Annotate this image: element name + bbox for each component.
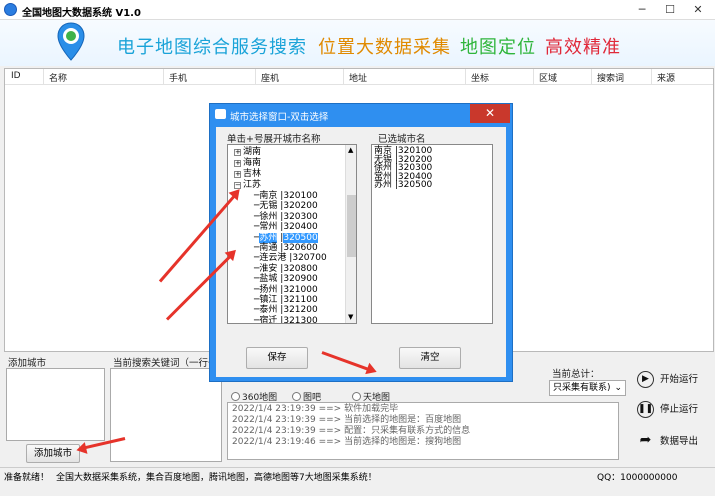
city-select-dialog: 城市选择窗口-双击选择 ✕ 单击+号展开城市名称 已选城市名 + 湖南 + 海南 +… (209, 103, 513, 382)
col-address[interactable]: 地址 (349, 71, 367, 84)
dialog-title: 城市选择窗口-双击选择 (230, 112, 329, 123)
col-keyword[interactable]: 搜索词 (597, 71, 624, 84)
slogan-4: 高效精准 (545, 37, 621, 58)
status-bar: 准备就绪！ 全国大数据采集系统，集合百度地图，腾讯地图，高德地图等7大地图采集系… (0, 467, 715, 483)
log-row: 2022/1/4 23:19:39 ==> 当前选择的地图是：百度地图 (232, 415, 462, 425)
col-region[interactable]: 区域 (539, 71, 557, 84)
tree-node-city[interactable]: ─苏州 |320500 (254, 232, 318, 244)
log-row: 2022/1/4 23:19:39 ==> 配置：只采集有联系方式的信息 (232, 426, 471, 436)
dialog-window-icon (215, 109, 226, 119)
total-label: 当前总计： (552, 369, 600, 380)
log-panel[interactable]: 2022/1/4 23:19:39 ==> 软件加载完毕 2022/1/4 23… (227, 402, 619, 460)
log-row: 2022/1/4 23:19:39 ==> 软件加载完毕 (232, 404, 399, 414)
clear-button[interactable]: 清空 (399, 347, 461, 369)
tree-node-city[interactable]: ─常州 |320400 (254, 222, 318, 233)
export-arrow-icon: ➦ (639, 432, 652, 448)
col-id[interactable]: ID (11, 71, 21, 81)
city-list-box[interactable] (6, 368, 105, 441)
selected-cities-list[interactable]: 南京 |320100 无锡 |320200 徐州 |320300 常州 |320… (371, 144, 493, 324)
tree-node-province[interactable]: + 海南 (234, 158, 261, 169)
start-button[interactable]: ▶ 开始运行 (637, 371, 698, 388)
scroll-up-icon[interactable]: ▲ (348, 146, 353, 154)
stop-button[interactable]: ❚❚ 停止运行 (637, 401, 698, 418)
save-button[interactable]: 保存 (246, 347, 308, 369)
log-row: 2022/1/4 23:19:46 ==> 当前选择的地图是：搜狗地图 (232, 437, 462, 447)
map-pin-logo-icon (57, 22, 85, 61)
minimize-button[interactable]: ─ (628, 0, 656, 20)
app-icon (4, 3, 17, 16)
close-window-button[interactable]: ✕ (684, 0, 712, 20)
tree-node-province[interactable]: + 湖南 (234, 147, 261, 158)
tree-node-city[interactable]: ─泰州 |321200 (254, 305, 318, 316)
slogan-3: 地图定位 (460, 37, 536, 58)
add-city-button[interactable]: 添加城市 (26, 444, 80, 463)
add-city-label: 添加城市 (8, 358, 47, 369)
col-name[interactable]: 名称 (49, 71, 67, 84)
keyword-label: 当前搜索关键词（一行一 (113, 358, 218, 369)
scroll-thumb[interactable] (347, 195, 356, 257)
city-tree[interactable]: + 湖南 + 海南 + 吉林 − 江苏 ─南京 |320100 ─无锡 |320200 ─徐… (227, 144, 357, 324)
filter-select-value: 只采集有联系) (553, 383, 611, 393)
tree-node-city[interactable]: ─扬州 |321000 (254, 285, 318, 296)
tree-node-city[interactable]: ─宿迁 |321300 (254, 316, 318, 323)
banner: 电子地图综合服务搜索 位置大数据采集 地图定位 高效精准 (0, 20, 715, 66)
window-titlebar: 全国地图大数据系统 V1.0 ─ ☐ ✕ (0, 0, 715, 20)
status-ready: 准备就绪！ (4, 473, 50, 483)
dialog-close-button[interactable]: ✕ (470, 104, 510, 123)
dialog-body: 单击+号展开城市名称 已选城市名 + 湖南 + 海南 + 吉林 − 江苏 ─南京 |32… (216, 127, 506, 377)
col-source[interactable]: 来源 (657, 71, 675, 84)
keyword-input[interactable] (110, 368, 222, 462)
col-coordinates[interactable]: 坐标 (471, 71, 489, 84)
window-title: 全国地图大数据系统 V1.0 (22, 8, 141, 19)
tree-scrollbar[interactable]: ▲ ▼ (345, 145, 356, 323)
selected-label: 已选城市名 (378, 134, 426, 145)
maximize-button[interactable]: ☐ (656, 0, 684, 20)
tree-node-city[interactable]: ─盐城 |320900 (254, 274, 318, 285)
tree-label: 单击+号展开城市名称 (227, 134, 321, 145)
chevron-down-icon: ⌄ (614, 383, 622, 393)
export-button[interactable]: ➦ 数据导出 (637, 433, 698, 450)
slogan-1: 电子地图综合服务搜索 (117, 37, 307, 58)
table-header: ID 名称 手机 座机 地址 坐标 区域 搜索词 来源 (5, 69, 713, 85)
tree-node-province[interactable]: + 吉林 (234, 169, 261, 180)
col-landline[interactable]: 座机 (261, 71, 279, 84)
slogan-2: 位置大数据采集 (318, 37, 451, 58)
filter-select[interactable]: 只采集有联系) ⌄ (549, 380, 626, 396)
pause-icon: ❚❚ (637, 401, 654, 418)
dialog-titlebar: 城市选择窗口-双击选择 ✕ (210, 104, 512, 124)
list-item[interactable]: 苏州 |320500 (374, 181, 490, 190)
scroll-down-icon[interactable]: ▼ (348, 313, 353, 321)
col-mobile[interactable]: 手机 (169, 71, 187, 84)
status-qq: QQ：1000000000 (597, 473, 678, 483)
play-icon: ▶ (637, 371, 654, 388)
tree-node-city[interactable]: ─连云港 |320700 (254, 253, 327, 264)
status-message: 全国大数据采集系统，集合百度地图，腾讯地图，高德地图等7大地图采集系统！ (56, 473, 377, 483)
tree-node-city[interactable]: ─无锡 |320200 (254, 201, 318, 212)
